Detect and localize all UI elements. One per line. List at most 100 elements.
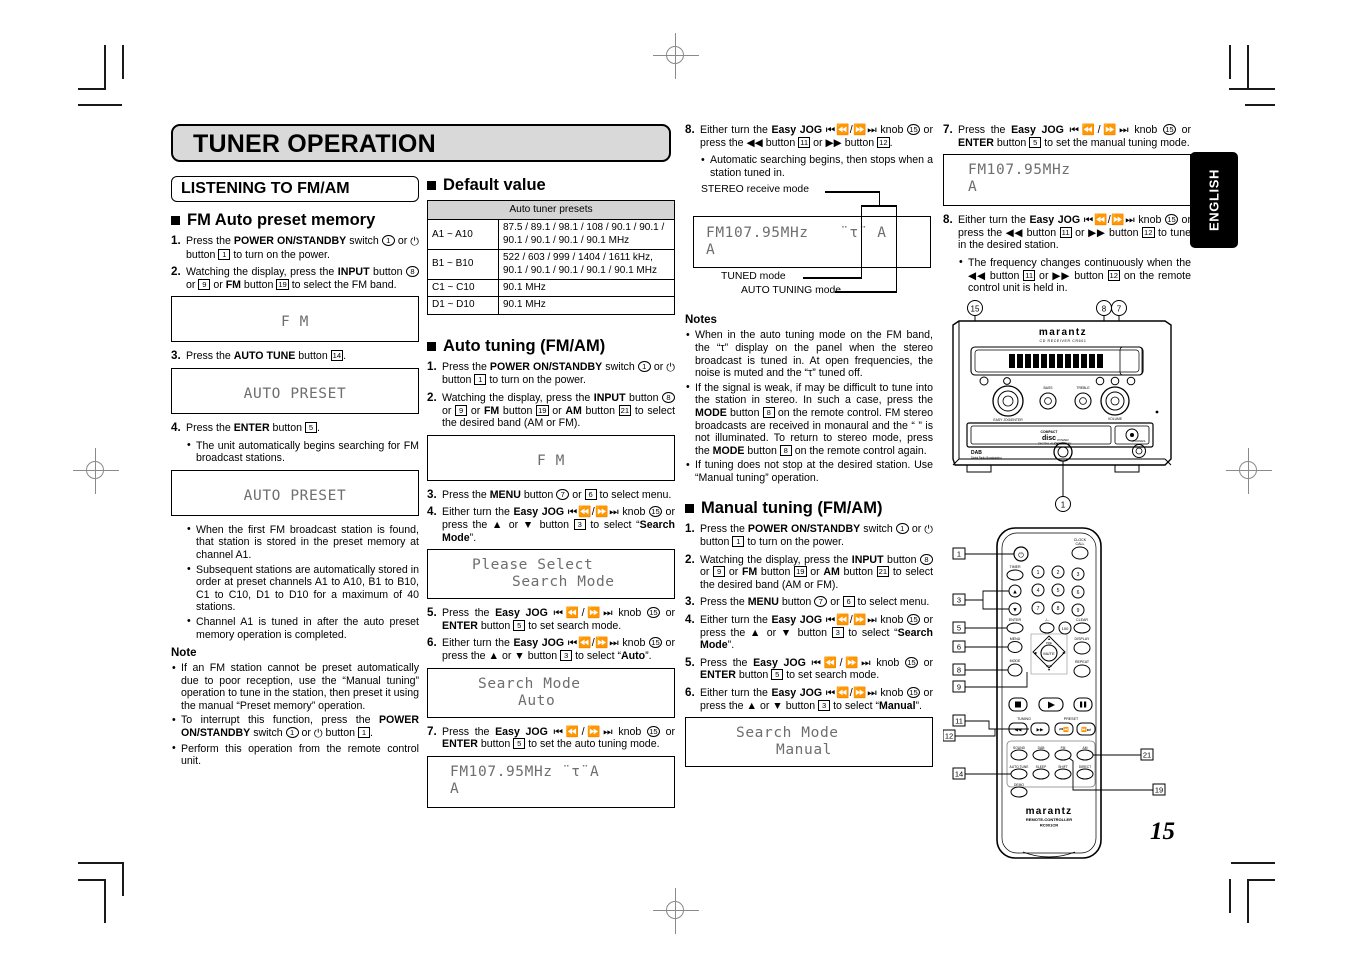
bullet-item: The unit automatically begins searching … xyxy=(186,439,419,465)
bullet-item: Subsequent stations are automatically st… xyxy=(186,563,419,614)
lcd-line: AUTO PRESET xyxy=(243,385,347,402)
step-item: 8. Either turn the Easy JOG ⏮⏪/⏩⏭ knob 1… xyxy=(685,123,933,149)
registration-mark-right xyxy=(1226,448,1272,494)
step-text: Press the Easy JOG ⏮⏪/⏩⏭ knob 15 or ENTE… xyxy=(958,124,1191,149)
lcd-line: F M xyxy=(281,314,309,331)
step-number: 7. xyxy=(943,123,953,136)
svg-text:7: 7 xyxy=(1037,606,1040,612)
table-cell-key: C1 ~ C10 xyxy=(427,279,499,298)
step-number: 7. xyxy=(427,724,437,738)
note-item: To interrupt this function, press the PO… xyxy=(171,714,419,740)
table-header: Auto tuner presets xyxy=(427,199,675,221)
svg-text:REPEAT: REPEAT xyxy=(1075,660,1090,664)
step-number: 1. xyxy=(685,521,695,535)
svg-text:marantz: marantz xyxy=(1026,806,1073,817)
step-text: Press the MENU button 7 or 6 to select m… xyxy=(442,488,672,501)
note-item: If an FM station cannot be preset automa… xyxy=(171,662,419,712)
step-number: 3. xyxy=(171,349,181,363)
heading-fm-auto-preset: FM Auto preset memory xyxy=(171,211,419,230)
step-item: 6. Either turn the Easy JOG ⏮⏪/⏩⏭ knob 1… xyxy=(685,686,933,712)
step-number: 5. xyxy=(427,606,437,620)
crop-mark-bottom-right xyxy=(1205,862,1275,924)
page-title: TUNER OPERATION xyxy=(193,130,436,158)
step-text: Either turn the Easy JOG ⏮⏪/⏩⏭ knob 15 o… xyxy=(700,124,933,149)
step-number: 3. xyxy=(685,595,695,609)
svg-text:8: 8 xyxy=(957,666,961,675)
svg-text:-/--: -/-- xyxy=(1045,618,1050,622)
svg-text:PRE: PRE xyxy=(1046,641,1052,645)
svg-text:▶: ▶ xyxy=(1063,651,1066,655)
svg-text:2: 2 xyxy=(1057,570,1060,576)
svg-text:MODE: MODE xyxy=(1010,659,1021,663)
table-cell-value: 90.1 MHz xyxy=(498,279,675,298)
svg-text:9: 9 xyxy=(1077,608,1080,614)
step-text: Either turn the Easy JOG ⏮⏪/⏩⏭ knob 15 o… xyxy=(442,506,675,544)
step-text: Either turn the Easy JOG ⏮⏪/⏩⏭ knob 15 o… xyxy=(958,214,1191,252)
step-item: 3. Press the AUTO TUNE button 14. xyxy=(171,350,419,363)
svg-text:MUTE: MUTE xyxy=(1043,651,1055,656)
svg-text:8: 8 xyxy=(1102,305,1107,314)
svg-text:11: 11 xyxy=(955,717,963,726)
svg-text:DAB: DAB xyxy=(971,450,982,456)
step-text: Watching the display, press the INPUT bu… xyxy=(442,392,676,430)
bullet-item: When the first FM broadcast station is f… xyxy=(186,523,419,562)
language-tab-english: ENGLISH xyxy=(1190,152,1238,248)
step-item: 8. Either turn the Easy JOG ⏮⏪/⏩⏭ knob 1… xyxy=(943,213,1191,252)
svg-text:14: 14 xyxy=(955,770,963,779)
callout-autotuning-label: AUTO TUNING mode xyxy=(741,285,842,297)
lcd-line: FM107.95MHz xyxy=(968,162,1071,179)
leader-line xyxy=(825,191,880,193)
remote-controller-illustration: ⏻ 1 CLOCK CALL TIMER 1 2 3 4 5 6 7 8 9 ▲… xyxy=(942,522,1193,867)
manual-page: ENGLISH 15 TUNER OPERATION LISTENING TO … xyxy=(0,0,1351,954)
step-number: 2. xyxy=(427,391,437,405)
step8-bullets: Automatic searching begins, then stops w… xyxy=(700,154,933,179)
registration-mark-bottom xyxy=(653,888,699,934)
table-header-row: Auto tuner presets xyxy=(427,199,675,221)
step-item: 1. Press the POWER ON/STANDBY switch 1 o… xyxy=(171,234,419,261)
lcd-line: A xyxy=(968,179,978,196)
svg-text:▶▶: ▶▶ xyxy=(1036,727,1044,732)
lcd-display: AUTO PRESET xyxy=(171,367,419,414)
svg-text:▼: ▼ xyxy=(1047,668,1050,672)
svg-text:marantz: marantz xyxy=(1039,327,1087,338)
heading-auto-tuning: Auto tuning (FM/AM) xyxy=(427,337,675,356)
table-row: C1 ~ C10 90.1 MHz xyxy=(427,279,675,298)
step-number: 5. xyxy=(685,655,695,669)
svg-text:TREBLE: TREBLE xyxy=(1076,386,1090,390)
svg-text:5: 5 xyxy=(1057,588,1060,594)
svg-text:▼: ▼ xyxy=(1012,608,1018,614)
svg-text:CALL: CALL xyxy=(1076,542,1085,546)
step-item: 2. Watching the display, press the INPUT… xyxy=(685,553,933,592)
step-text: Either turn the Easy JOG ⏮⏪/⏩⏭ knob 15 o… xyxy=(700,614,933,652)
leader-line xyxy=(803,277,862,279)
svg-text:AM: AM xyxy=(1083,746,1088,750)
leader-line xyxy=(861,205,897,207)
step-text: Press the AUTO TUNE button 14. xyxy=(186,350,347,363)
table-cell-value: 522 / 603 / 999 / 1404 / 1611 kHz, 90.1 … xyxy=(498,249,675,281)
section-header: LISTENING TO FM/AM xyxy=(171,176,419,202)
svg-text:6: 6 xyxy=(957,643,961,652)
svg-text:AUTO TUNE: AUTO TUNE xyxy=(1010,765,1030,769)
lcd-line: Search Mode xyxy=(512,574,615,591)
svg-text:POWER: POWER xyxy=(1057,438,1069,442)
column-3: 8. Either turn the Easy JOG ⏮⏪/⏩⏭ knob 1… xyxy=(685,123,933,775)
svg-text:FM: FM xyxy=(1061,746,1066,750)
col1-notes: If an FM station cannot be preset automa… xyxy=(171,662,419,768)
page-content: TUNER OPERATION LISTENING TO FM/AM FM Au… xyxy=(171,123,1191,859)
svg-text:DIRECT: DIRECT xyxy=(1079,765,1091,769)
lcd-line: Search Mode xyxy=(736,725,839,742)
svg-text:REMOTE-CONTROLLER: REMOTE-CONTROLLER xyxy=(1026,817,1072,822)
registration-mark-top xyxy=(653,33,699,79)
svg-text:RC001CR: RC001CR xyxy=(1040,823,1058,828)
lcd-line: AUTO PRESET xyxy=(243,487,347,504)
step-item: 3. Press the MENU button 7 or 6 to selec… xyxy=(685,596,933,609)
cd-receiver-illustration: 15 8 7 marantz CD RECEIVER CR601 EASY JO… xyxy=(943,299,1193,519)
lcd-line: A xyxy=(706,242,716,259)
step-number: 6. xyxy=(685,686,695,700)
bullet-item: The frequency changes continuously when … xyxy=(958,256,1191,295)
col1-bullets: When the first FM broadcast station is f… xyxy=(186,523,419,641)
bullet-item: Channel A1 is tuned in after the auto pr… xyxy=(186,615,419,641)
lcd-display: F M xyxy=(427,434,675,481)
heading-default-value: Default value xyxy=(427,176,675,195)
registration-mark-left xyxy=(73,448,119,494)
